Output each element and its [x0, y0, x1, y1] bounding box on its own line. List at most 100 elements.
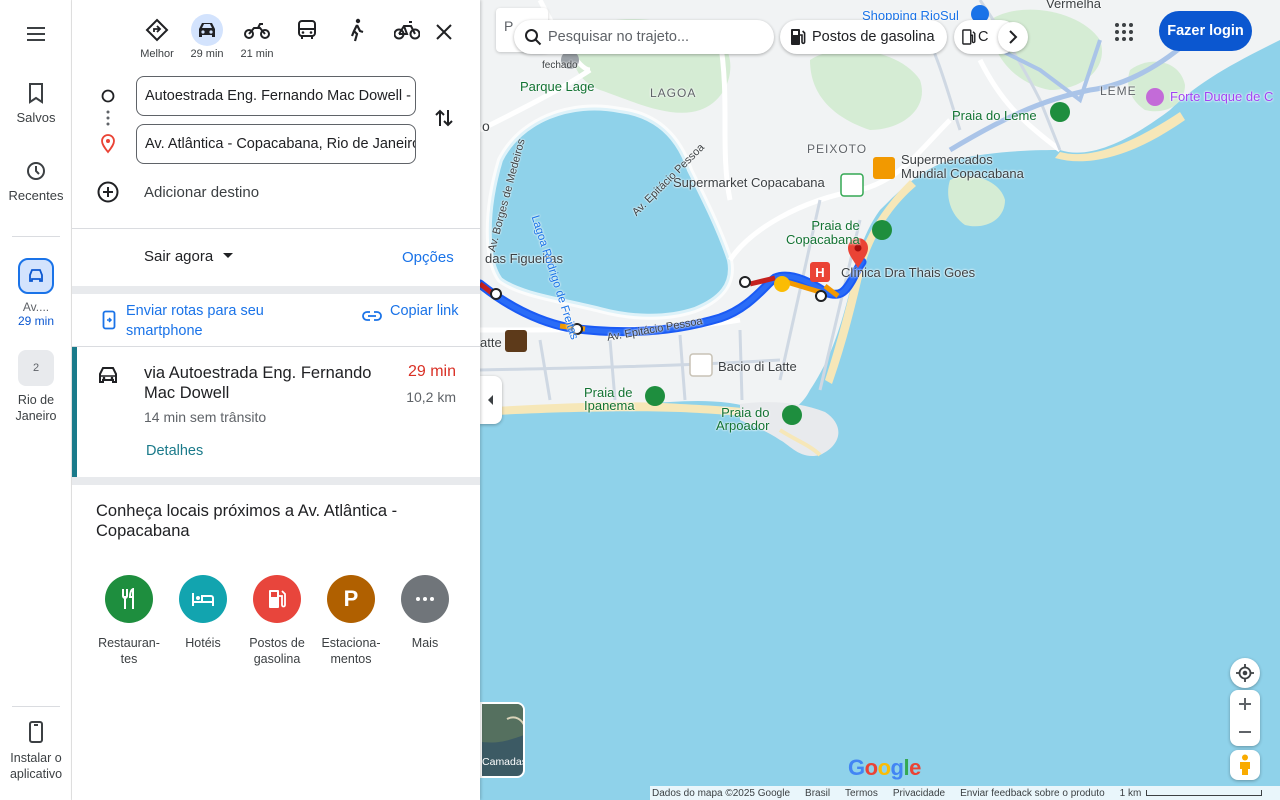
footer-map-data: Dados do mapa ©2025 Google [652, 787, 791, 799]
route-time: 29 min [407, 363, 456, 380]
map-canvas[interactable]: H Shopping RioSul Vermelha LAGOA LEME Fo… [480, 0, 1280, 800]
google-logo: Google [848, 755, 921, 780]
footer-terms[interactable]: Termos [845, 788, 878, 799]
category-more[interactable]: Mais [388, 575, 462, 667]
map-label-forte[interactable]: Forte Duque de C [1170, 89, 1273, 104]
more-icon [416, 597, 434, 601]
route-details-link[interactable]: Detalhes [146, 443, 203, 459]
caret-down-icon [223, 253, 234, 258]
collapse-panel-button[interactable] [480, 376, 502, 424]
map-label-praia-copacabana[interactable]: Praia de Copacabana [786, 219, 860, 247]
trip-time: 29 min [17, 314, 55, 328]
map-label-praia-arp-line2: Arpoador [716, 418, 770, 433]
route-option[interactable]: via Autoestrada Eng. Fernando Mac Dowell… [72, 347, 480, 477]
map-label-peixoto: PEIXOTO [807, 142, 868, 156]
chip-partial-label: C [978, 29, 989, 45]
map-label-supermarket[interactable]: Supermarket Copacabana [673, 175, 825, 190]
map-label-parque-lage[interactable]: Parque Lage [520, 79, 594, 94]
mode-motorcycle[interactable]: 21 min [232, 14, 282, 60]
add-destination-button[interactable]: Adicionar destino [144, 184, 259, 201]
recents-label: Recentes [8, 188, 64, 203]
hamburger-icon [27, 27, 45, 41]
minus-icon [1239, 731, 1251, 733]
route-search-input[interactable] [548, 29, 758, 45]
scale-bar [1146, 790, 1263, 796]
route-search-box[interactable] [514, 20, 774, 54]
rio-thumbnail: 2 [18, 350, 54, 386]
route-name: via Autoestrada Eng. Fernando Mac Dowell [144, 364, 372, 402]
trip-title: Av.... [22, 300, 50, 314]
rail-divider [12, 706, 60, 707]
rio-label: Rio de Janeiro [15, 393, 57, 423]
category-parking[interactable]: P Estaciona-mentos [314, 575, 388, 667]
map-label-fechado: fechado [542, 60, 578, 71]
trip-car-badge [18, 258, 54, 294]
category-label: Mais [411, 636, 439, 650]
history-icon [27, 162, 45, 180]
footer-feedback[interactable]: Enviar feedback sobre o produto [960, 788, 1105, 799]
hotel-icon [192, 593, 214, 606]
recent-place-rio[interactable]: 2 Rio de Janeiro [0, 350, 72, 424]
parking-icon: P [343, 586, 359, 611]
send-to-phone-link[interactable]: Enviar rotas para seu smartphone [126, 301, 296, 341]
install-app-button[interactable]: Instalar o aplicativo [0, 720, 72, 782]
destination-field[interactable]: Av. Atlântica - Copacabana, Rio de Janei… [136, 124, 416, 164]
map-label-praia-copa-line1: Praia de [811, 218, 860, 233]
map-label-praia-leme[interactable]: Praia do Leme [952, 108, 1037, 123]
footer-country[interactable]: Brasil [805, 788, 830, 799]
mode-walk[interactable] [332, 14, 382, 60]
footer-scale-label[interactable]: 1 km [1120, 788, 1142, 799]
layers-button[interactable]: Camadas [480, 702, 525, 778]
gas-station-icon [269, 590, 286, 608]
rio-count: 2 [32, 362, 40, 374]
footer-privacy[interactable]: Privacidade [893, 788, 945, 799]
street-view-pegman[interactable] [1230, 750, 1260, 780]
my-location-button[interactable] [1230, 658, 1260, 688]
category-hotels[interactable]: Hotéis [166, 575, 240, 667]
options-button[interactable]: Opções [402, 249, 454, 266]
category-label: Postos de gasolina [249, 636, 305, 666]
origin-field[interactable]: Autoestrada Eng. Fernando Mac Dowell - [136, 76, 416, 116]
copy-link[interactable]: Copiar link [390, 301, 470, 321]
category-gas[interactable]: Postos de gasolina [240, 575, 314, 667]
map-footer: Dados do mapa ©2025 Google Brasil Termos… [650, 786, 1280, 800]
category-restaurants[interactable]: Restauran-tes [92, 575, 166, 667]
mode-label: Melhor [140, 48, 174, 60]
login-button[interactable]: Fazer login [1159, 11, 1252, 51]
map-label-supermercados[interactable]: Supermercados Mundial Copacabana [901, 153, 1024, 181]
my-location-icon [1236, 664, 1254, 682]
zoom-in-button[interactable] [1230, 690, 1260, 718]
chips-scroll-right[interactable] [998, 22, 1028, 52]
mode-car[interactable]: 29 min [182, 14, 232, 60]
add-circle-icon[interactable] [96, 180, 120, 204]
chip-gas-stations[interactable]: Postos de gasolina [780, 20, 947, 54]
map-label-praia-ipa-line2: Ipanema [584, 398, 635, 413]
category-label: Restauran-tes [98, 636, 160, 666]
map-label-bacio[interactable]: Bacio di Latte [718, 359, 797, 374]
car-icon [99, 367, 117, 383]
depart-time-dropdown[interactable]: Sair agora [144, 248, 239, 265]
section-gap [72, 477, 480, 485]
apps-grid-icon[interactable] [1114, 22, 1134, 42]
directions-panel: Melhor 29 min 21 min Autoestrada Eng. Fe… [72, 0, 480, 800]
map-label-clinica[interactable]: Clínica Dra Thais Goes [841, 265, 975, 280]
send-to-phone-icon [102, 310, 116, 330]
close-icon[interactable] [432, 20, 456, 44]
menu-button[interactable] [0, 24, 72, 50]
map-label-o: o [482, 118, 490, 134]
left-rail: Salvos Recentes Av.... 29 min 2 Rio de J… [0, 0, 72, 800]
recent-trip-button[interactable]: Av.... 29 min [0, 258, 72, 328]
mode-transit[interactable] [282, 14, 332, 60]
mode-best[interactable]: Melhor [132, 14, 182, 60]
zoom-out-button[interactable] [1230, 718, 1260, 746]
map-label-praia-ipanema[interactable]: Praia de Ipanema [584, 386, 635, 412]
map-label-praia-arpoador[interactable]: Praia do Arpoador [716, 406, 769, 432]
divider [72, 228, 480, 229]
chip-gas-label: Postos de gasolina [812, 29, 935, 45]
rail-divider [12, 236, 60, 237]
swap-icon[interactable] [432, 106, 456, 130]
recents-button[interactable]: Recentes [0, 160, 72, 203]
saved-button[interactable]: Salvos [0, 82, 72, 125]
mode-bicycle[interactable] [382, 14, 432, 60]
gas-station-icon [791, 29, 806, 45]
